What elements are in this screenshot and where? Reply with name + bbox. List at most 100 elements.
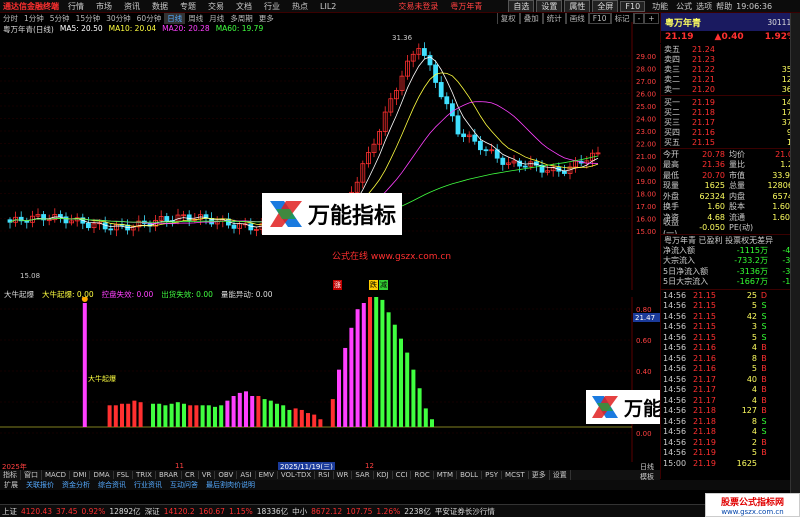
tick-time: 14:56 — [663, 301, 687, 311]
indicator-tab[interactable]: WR — [334, 471, 353, 479]
login-status[interactable]: 交易未登录 — [392, 1, 444, 12]
extension-tab[interactable]: 综合资讯 — [94, 480, 130, 490]
tick-flag: S — [761, 416, 767, 426]
indicator-tab[interactable]: ASI — [237, 471, 256, 479]
indicator-tab[interactable]: VR — [199, 471, 216, 479]
flow-value: -3136万 — [736, 266, 768, 276]
menu-item[interactable]: 市场 — [90, 1, 118, 12]
indicator-bar — [169, 403, 174, 427]
extension-tab[interactable]: 扩展 — [0, 480, 22, 490]
menu-item[interactable]: LIL2 — [314, 2, 342, 11]
toolbar-button[interactable]: 自选 — [508, 0, 535, 12]
indicator-tab[interactable]: 窗口 — [21, 470, 42, 480]
stat-key: 最低 — [663, 170, 679, 180]
tick-volume: 40 — [746, 374, 757, 384]
toolbar-button[interactable]: 设置 — [536, 0, 563, 12]
indicator-bar — [200, 405, 205, 427]
indicator-tab[interactable]: PSY — [482, 471, 503, 479]
indicator-tab[interactable]: CR — [182, 471, 199, 479]
bid-volume: 147 — [732, 98, 797, 107]
tick-volume: 5 — [751, 448, 757, 458]
toolbar-button[interactable]: F10 — [620, 0, 646, 12]
indicator-bar — [287, 409, 292, 427]
tick-price: 21.15 — [693, 290, 716, 300]
indicator-tab[interactable]: 更多 — [529, 470, 550, 480]
indicator-tab[interactable]: MACD — [42, 471, 70, 479]
menu-item[interactable]: 行情 — [62, 1, 90, 12]
toolbar-button[interactable]: 全屏 — [592, 0, 619, 12]
indicator-bar — [163, 405, 168, 427]
tick-volume: 5 — [751, 301, 757, 311]
indicator-tab[interactable]: ROC — [411, 471, 434, 479]
menu-item[interactable]: 文档 — [230, 1, 258, 12]
y-tick-label: 28.00 — [636, 66, 656, 74]
indicator-tab[interactable]: EMV — [256, 471, 278, 479]
indicator-tab[interactable]: RSI — [315, 471, 334, 479]
menu-bar: 通达信金融终端 行情 市场 资讯 数据 专题 交易 文档 行业 热点 LIL2 … — [0, 0, 800, 13]
status-item: 107.75 — [346, 506, 373, 516]
menu-item[interactable]: 行业 — [258, 1, 286, 12]
indicator-tab[interactable]: FSL — [114, 471, 133, 479]
order-book: 卖五21.246卖四21.235卖三21.22357卖二21.21121卖一21… — [660, 44, 800, 148]
menu-item[interactable]: 专题 — [174, 1, 202, 12]
indicator-bar — [423, 408, 428, 427]
tick-volume: 4 — [751, 343, 757, 353]
indicator-bar — [343, 347, 348, 427]
y-tick-label: 20.00 — [636, 166, 656, 174]
y-tick-label: 19.00 — [636, 178, 656, 186]
indicator-tab[interactable]: 指标 — [0, 470, 21, 480]
indicator-tab[interactable]: OBV — [215, 471, 238, 479]
kline-chart[interactable]: 29.00 28.00 27.00 26.00 25.00 24.00 23.00 22.00… — [0, 22, 660, 290]
menu-item[interactable]: 数据 — [146, 1, 174, 12]
extension-tab[interactable]: 行业资讯 — [130, 480, 166, 490]
stat-key: 市值 — [729, 170, 745, 180]
indicator-tab[interactable]: 设置 — [550, 470, 571, 480]
indicator-tab[interactable]: MTM — [434, 471, 458, 479]
indicator-tab[interactable]: TRIX — [133, 471, 156, 479]
tick-time: 14:56 — [663, 343, 687, 353]
indicator-bar — [244, 391, 248, 427]
status-item: 1.15% — [228, 506, 253, 516]
tick-volume: 3 — [751, 322, 757, 332]
side-toolbar[interactable] — [790, 13, 800, 493]
menu-func[interactable]: 功能 — [646, 1, 674, 12]
tick-volume: 127 — [741, 406, 757, 416]
menu-func[interactable]: 公式 — [674, 1, 694, 12]
menu-func[interactable]: 选项 — [694, 1, 714, 12]
extension-tab[interactable]: 最后割肉价说明 — [202, 480, 259, 490]
indicator-tab[interactable]: BOLL — [457, 471, 483, 479]
trade-stock[interactable]: 粤万年青 — [444, 1, 488, 12]
toolbar-button[interactable]: 属性 — [564, 0, 591, 12]
indicator-tab[interactable]: KDJ — [374, 471, 393, 479]
indicator-tab[interactable]: MCST — [502, 471, 529, 479]
indicator-chart[interactable]: 0.800.600.400.200.00 大牛起爆 21.47 — [0, 297, 660, 462]
extension-tab[interactable]: 关联报价 — [22, 480, 58, 490]
indicator-tab[interactable]: CCI — [393, 471, 412, 479]
right-tab[interactable]: 日线 — [640, 462, 660, 472]
candle-body — [421, 48, 427, 56]
tick-flag: B — [761, 374, 767, 384]
indicator-tab[interactable]: SAR — [352, 471, 374, 479]
indicator-tab[interactable]: BRAR — [156, 471, 182, 479]
indicator-tab[interactable]: VOL-TDX — [278, 471, 316, 479]
candle-body — [63, 216, 69, 224]
menu-item[interactable]: 热点 — [286, 1, 314, 12]
extension-tab[interactable]: 资金分析 — [58, 480, 94, 490]
tick-volume: 5 — [751, 332, 757, 342]
indicator-bar — [368, 297, 372, 427]
right-tab[interactable]: 模板 — [640, 472, 660, 482]
status-item: 160.67 — [198, 506, 225, 516]
tick-price: 21.18 — [693, 416, 716, 426]
indicator-tab[interactable]: DMA — [90, 471, 114, 479]
extension-tab[interactable]: 互动问答 — [166, 480, 202, 490]
stat-key: 流通 — [729, 212, 745, 222]
tick-price: 21.15 — [693, 322, 716, 332]
stat-key: 最高 — [663, 160, 679, 170]
indicator-tab[interactable]: DMI — [70, 471, 91, 479]
menu-func[interactable]: 帮助 — [714, 1, 734, 12]
menu-item[interactable]: 交易 — [202, 1, 230, 12]
right-tabs: 日线 模板 — [640, 462, 660, 482]
candle-body — [477, 140, 483, 151]
stat-value: 20.70 — [702, 170, 725, 180]
menu-item[interactable]: 资讯 — [118, 1, 146, 12]
